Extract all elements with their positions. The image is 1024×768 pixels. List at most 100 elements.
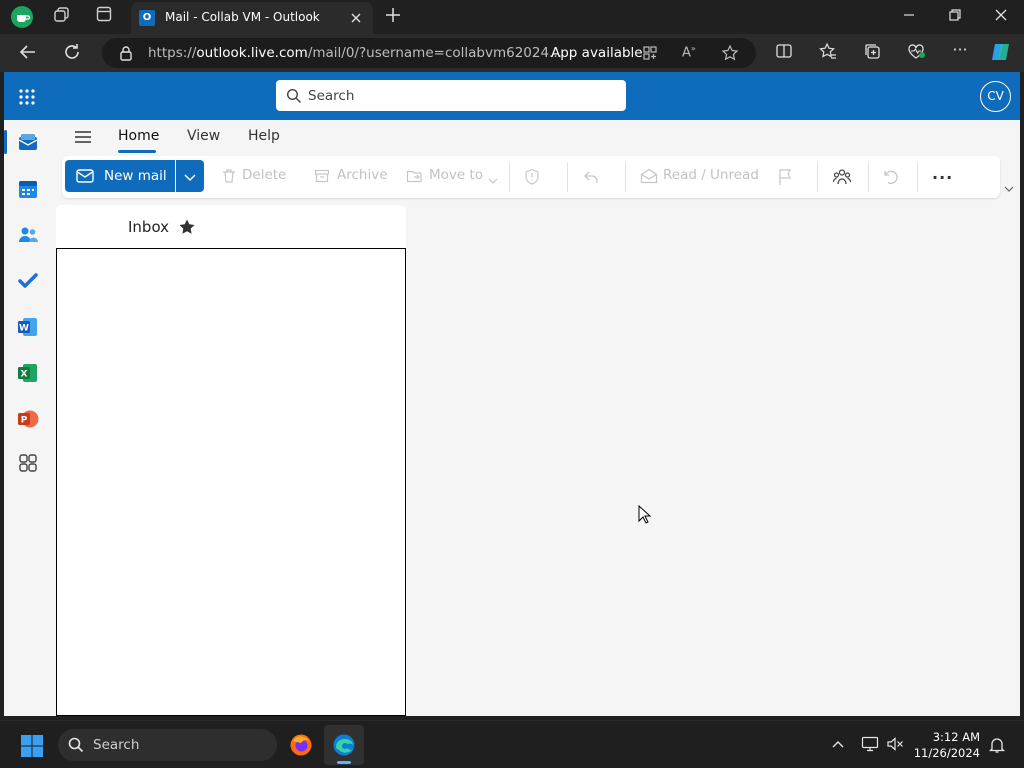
browser-tab-outlook[interactable]: O Mail - Collab VM - Outlook bbox=[131, 2, 373, 34]
account-avatar[interactable]: CV bbox=[980, 81, 1011, 112]
groups-button[interactable] bbox=[832, 167, 852, 187]
browser-essentials-icon[interactable] bbox=[905, 42, 927, 64]
lock-icon[interactable] bbox=[118, 45, 134, 61]
rail-active-indicator bbox=[4, 130, 7, 154]
toolbar-separator bbox=[868, 162, 869, 192]
chevron-down-icon bbox=[183, 169, 197, 183]
read-unread-button[interactable]: Read / Unread bbox=[640, 156, 759, 198]
archive-button[interactable]: Archive bbox=[314, 156, 390, 198]
copilot-icon[interactable] bbox=[989, 40, 1013, 64]
message-list[interactable] bbox=[56, 248, 406, 716]
favorite-folder-star-icon[interactable] bbox=[178, 218, 196, 236]
network-icon[interactable] bbox=[861, 736, 879, 752]
new-mail-button[interactable]: New mail bbox=[65, 160, 175, 192]
calendar-icon[interactable] bbox=[17, 178, 39, 200]
svg-text:P: P bbox=[21, 416, 28, 426]
toolbar-separator bbox=[509, 162, 510, 192]
svg-text:X: X bbox=[21, 370, 28, 380]
edge-icon bbox=[332, 733, 356, 757]
new-tab-icon[interactable] bbox=[382, 6, 404, 28]
browser-profile-icon[interactable] bbox=[11, 6, 33, 28]
more-options-button[interactable]: ... bbox=[932, 164, 953, 183]
toolbar-separator bbox=[625, 162, 626, 192]
delete-button[interactable]: Delete bbox=[219, 156, 293, 198]
tab-home[interactable]: Home bbox=[118, 128, 159, 144]
toolbar-separator bbox=[817, 162, 818, 192]
report-button[interactable] bbox=[523, 168, 541, 186]
mail-icon[interactable] bbox=[17, 132, 39, 154]
people-icon[interactable] bbox=[17, 224, 39, 246]
refresh-icon[interactable] bbox=[61, 42, 83, 64]
mouse-cursor-icon bbox=[638, 504, 652, 525]
app-available-label[interactable]: App available bbox=[551, 45, 643, 61]
tab-home-underline bbox=[118, 150, 156, 153]
outlook-favicon: O bbox=[139, 10, 155, 26]
search-icon bbox=[286, 88, 302, 104]
active-app-indicator bbox=[337, 761, 351, 764]
app-rail: W X P bbox=[4, 120, 52, 716]
todo-icon[interactable] bbox=[17, 270, 39, 292]
tab-help[interactable]: Help bbox=[248, 128, 280, 144]
envelope-icon bbox=[76, 168, 94, 184]
url-text[interactable]: https://outlook.live.com/mail/0/?usernam… bbox=[148, 45, 562, 61]
read-aloud-icon[interactable]: A» bbox=[682, 44, 700, 62]
clock-time: 3:12 AM bbox=[932, 730, 980, 744]
envelope-open-icon bbox=[640, 168, 658, 184]
reading-pane bbox=[408, 205, 1020, 716]
move-to-label: Move to bbox=[429, 167, 484, 183]
system-clock[interactable]: 3:12 AM 11/26/2024 bbox=[912, 729, 980, 761]
word-icon[interactable]: W bbox=[17, 316, 39, 338]
more-apps-icon[interactable] bbox=[17, 452, 39, 474]
excel-icon[interactable]: X bbox=[17, 362, 39, 384]
restore-icon[interactable] bbox=[944, 6, 966, 28]
command-toolbar: New mail Delete Archive Move to Read / U… bbox=[62, 156, 1000, 198]
favorites-icon[interactable] bbox=[817, 42, 839, 64]
back-icon[interactable] bbox=[17, 42, 39, 64]
workspaces-icon[interactable] bbox=[51, 6, 73, 28]
notifications-bell-icon[interactable] bbox=[988, 736, 1006, 754]
search-input[interactable]: Search bbox=[276, 80, 626, 111]
undo-button[interactable] bbox=[882, 168, 900, 186]
close-tab-icon[interactable] bbox=[347, 9, 365, 27]
edge-taskbar-button[interactable] bbox=[324, 725, 364, 765]
tab-actions-icon[interactable] bbox=[93, 6, 115, 28]
taskbar-search[interactable]: Search bbox=[58, 729, 277, 761]
windows-taskbar: Search 3:12 AM 11/26/2024 bbox=[0, 720, 1024, 768]
toolbar-separator bbox=[917, 162, 918, 192]
folder-title: Inbox bbox=[128, 218, 170, 236]
flag-button[interactable] bbox=[777, 168, 793, 186]
delete-label: Delete bbox=[242, 167, 287, 183]
new-mail-label: New mail bbox=[104, 168, 167, 184]
outlook-app: Search CV W X P Home View Help New mail … bbox=[4, 72, 1020, 716]
address-bar[interactable]: https://outlook.live.com/mail/0/?usernam… bbox=[102, 38, 756, 68]
reply-button[interactable] bbox=[582, 168, 600, 186]
read-unread-label: Read / Unread bbox=[663, 167, 759, 183]
volume-muted-icon[interactable] bbox=[886, 736, 904, 752]
favorite-star-icon[interactable] bbox=[721, 44, 739, 62]
tab-title: Mail - Collab VM - Outlook bbox=[165, 10, 320, 24]
split-screen-icon[interactable] bbox=[773, 42, 795, 64]
collections-icon[interactable] bbox=[861, 42, 883, 64]
folder-move-icon bbox=[406, 168, 424, 184]
move-to-chevron-icon bbox=[488, 171, 498, 184]
settings-more-icon[interactable]: ··· bbox=[949, 40, 971, 62]
browser-tab-bar: O Mail - Collab VM - Outlook bbox=[0, 0, 1024, 34]
move-to-button[interactable]: Move to bbox=[406, 156, 502, 198]
outlook-header: Search CV bbox=[4, 72, 1020, 120]
close-window-icon[interactable] bbox=[990, 6, 1012, 28]
app-launcher-icon[interactable] bbox=[18, 88, 36, 106]
show-hidden-icons-chevron-icon[interactable] bbox=[831, 737, 845, 751]
hamburger-menu-icon[interactable] bbox=[74, 129, 92, 145]
new-mail-dropdown-button[interactable] bbox=[176, 160, 204, 192]
app-install-icon[interactable] bbox=[642, 45, 658, 61]
minimize-icon[interactable] bbox=[898, 6, 920, 28]
windows-start-icon[interactable] bbox=[20, 734, 44, 758]
svg-text:W: W bbox=[19, 324, 29, 334]
expand-ribbon-chevron-icon[interactable] bbox=[1003, 180, 1015, 192]
firefox-icon[interactable] bbox=[289, 733, 313, 757]
taskbar-search-icon bbox=[68, 737, 84, 753]
search-placeholder: Search bbox=[308, 88, 355, 104]
tab-view[interactable]: View bbox=[187, 128, 220, 144]
archive-label: Archive bbox=[337, 167, 388, 183]
powerpoint-icon[interactable]: P bbox=[17, 408, 39, 430]
